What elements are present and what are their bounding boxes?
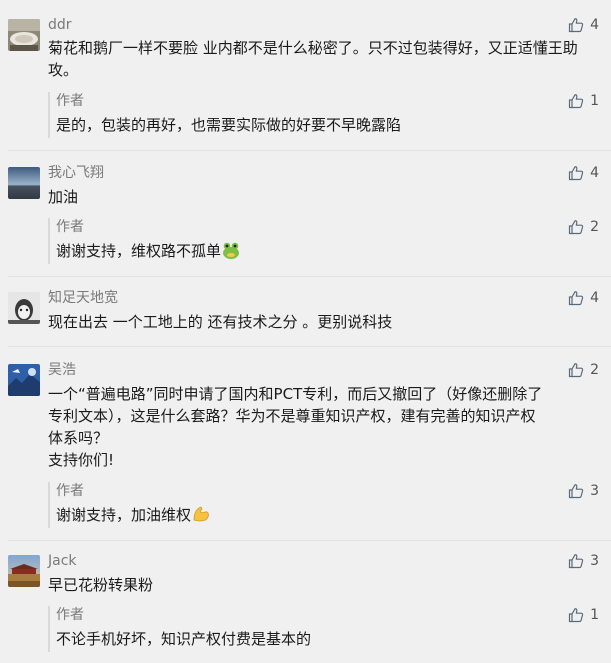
like-button[interactable]: 3 [568,552,599,570]
divider [8,540,611,541]
like-count: 3 [590,483,599,499]
avatar[interactable] [8,19,40,51]
comment-nickname[interactable]: ddr [48,16,72,34]
reply-bar [48,92,50,138]
reply-text-content: 谢谢支持，维权路不孤单 [56,242,222,260]
thumbs-up-icon [568,17,584,33]
reply-like-button[interactable]: 1 [568,92,599,110]
thumbs-up-icon [568,290,584,306]
thumbs-up-icon [568,219,584,235]
thumbs-up-icon [568,362,584,378]
reply-like-button[interactable]: 3 [568,482,599,500]
reply-text: 不论手机好坏，知识产权付费是基本的 [56,630,312,648]
like-count: 4 [590,290,599,306]
thumbs-up-icon [568,93,584,109]
comment-text-line: 专利文本），这是什么套路？华为不是尊重知识产权，建有完善的知识产权 [48,407,536,425]
reply-text-content: 谢谢支持，加油维权 [56,506,192,524]
flexed-biceps-emoji-icon [193,506,209,522]
like-count: 2 [590,362,599,378]
reply-like-button[interactable]: 2 [568,218,599,236]
avatar[interactable] [8,167,40,199]
reply-author: 作者 [56,607,84,623]
avatar[interactable] [8,364,40,396]
comment-text: 现在出去 一个工地上的 还有技术之分 。更别说科技 [48,313,393,331]
like-count: 1 [590,607,599,623]
avatar[interactable] [8,555,40,587]
thumbs-up-icon [568,165,584,181]
comment-nickname[interactable]: Jack [48,552,77,570]
like-count: 4 [590,17,599,33]
thumbs-up-icon [568,607,584,623]
reply-text: 是的，包装的再好，也需要实际做的好要不早晚露陷 [56,116,402,134]
frog-emoji-icon [223,242,240,259]
reply-like-button[interactable]: 1 [568,606,599,624]
reply-author: 作者 [56,219,84,235]
comment-nickname[interactable]: 吴浩 [48,361,76,379]
reply-author: 作者 [56,483,84,499]
like-count: 2 [590,219,599,235]
divider [8,150,611,151]
reply-bar [48,218,50,264]
like-button[interactable]: 2 [568,361,599,379]
avatar[interactable] [8,292,40,324]
reply-bar [48,606,50,652]
comment-text: 一个“普遍电路”同时申请了国内和PCT专利，而后又撤回了（好像还删除了 专利文本… [48,383,598,471]
comment-nickname[interactable]: 我心飞翔 [48,164,104,182]
comment-text-line: 一个“普遍电路”同时申请了国内和PCT专利，而后又撤回了（好像还删除了 [48,385,543,403]
like-button[interactable]: 4 [568,164,599,182]
comment-text: 菊花和鹅厂一样不要脸 业内都不是什么秘密了。只不过包装得好，又正适懂王助攻。 [48,39,578,79]
reply-bar [48,482,50,528]
comment-text: 加油 [48,188,79,206]
reply-text: 谢谢支持，加油维权 [56,504,596,526]
comment-text: 早已花粉转果粉 [48,576,154,594]
divider [8,276,611,277]
like-count: 3 [590,553,599,569]
thumbs-up-icon [568,553,584,569]
like-count: 1 [590,93,599,109]
thumbs-up-icon [568,483,584,499]
like-button[interactable]: 4 [568,289,599,307]
reply-text: 谢谢支持，维权路不孤单 [56,240,596,262]
like-button[interactable]: 4 [568,16,599,34]
reply-author: 作者 [56,93,84,109]
comment-text-line: 体系吗？ [48,429,109,447]
comment-text-line: 支持你们! [48,451,115,469]
like-count: 4 [590,165,599,181]
divider [8,346,611,347]
comment-nickname[interactable]: 知足天地宽 [48,289,118,307]
